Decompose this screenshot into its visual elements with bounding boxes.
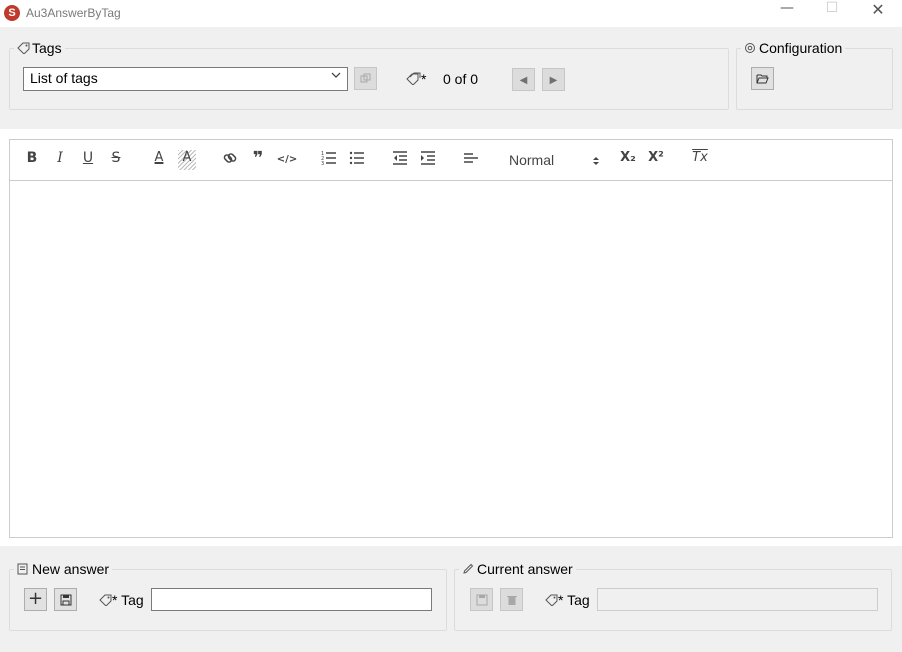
bullet-list-button[interactable] xyxy=(348,150,366,170)
align-button[interactable] xyxy=(462,150,480,170)
pencil-icon xyxy=(463,563,474,574)
tags-select[interactable]: List of tags xyxy=(23,67,348,91)
copy-button[interactable] xyxy=(354,67,377,90)
new-tag-icon xyxy=(99,594,112,610)
previous-icon: ◀ xyxy=(519,75,528,86)
copy-icon xyxy=(360,73,371,83)
current-answer-legend: Current answer xyxy=(459,561,576,577)
new-answer-legend: New answer xyxy=(14,561,112,577)
tags-icon xyxy=(406,72,421,86)
rich-text-editor: B I U S A A ❞ </> 1 2 3 Normal X₂ X² Tx xyxy=(9,139,893,538)
outdent-button[interactable] xyxy=(391,150,409,170)
ordered-list-icon: 1 2 3 xyxy=(321,151,336,167)
new-tag-input[interactable] xyxy=(151,588,432,611)
tags-count-icon xyxy=(406,72,422,89)
current-tag-icon xyxy=(545,594,558,610)
tags-count-label: * xyxy=(421,71,427,87)
outdent-icon xyxy=(393,151,407,165)
save-current-answer-button[interactable] xyxy=(470,588,493,611)
background-color-button[interactable]: A xyxy=(178,150,196,170)
tags-select-value: List of tags xyxy=(30,70,98,86)
format-select-value: Normal xyxy=(509,152,555,168)
previous-button[interactable]: ◀ xyxy=(512,68,535,91)
bullet-list-icon xyxy=(349,151,364,165)
svg-text:3: 3 xyxy=(321,161,324,166)
next-button[interactable]: ▶ xyxy=(542,68,565,91)
tag-icon xyxy=(99,594,112,607)
tags-legend: Tags xyxy=(14,40,65,56)
tag-icon xyxy=(545,594,558,607)
maximize-button[interactable]: ☐ xyxy=(809,0,855,27)
folder-open-icon xyxy=(756,74,769,84)
configuration-legend: Configuration xyxy=(741,40,845,56)
minimize-button[interactable]: — xyxy=(764,0,810,27)
next-icon: ▶ xyxy=(549,75,558,86)
add-answer-button[interactable]: + xyxy=(24,588,47,611)
subscript-button[interactable]: X₂ xyxy=(617,150,639,170)
strike-button[interactable]: S xyxy=(107,150,125,170)
tags-counter: 0 of 0 xyxy=(443,71,479,87)
save-new-answer-button[interactable] xyxy=(54,588,77,611)
italic-button[interactable]: I xyxy=(51,150,69,170)
editor-content[interactable] xyxy=(10,181,892,537)
link-icon xyxy=(223,153,237,163)
save-icon xyxy=(476,594,487,606)
close-button[interactable]: ✕ xyxy=(855,0,901,27)
window-title: Au3AnswerByTag xyxy=(26,6,121,20)
app-icon: S xyxy=(4,5,20,21)
gear-icon xyxy=(745,43,755,53)
ordered-list-button[interactable]: 1 2 3 xyxy=(320,150,338,170)
superscript-button[interactable]: X² xyxy=(645,150,667,170)
format-select[interactable]: Normal xyxy=(500,150,600,170)
chevron-down-icon xyxy=(331,71,341,82)
updown-icon xyxy=(593,157,599,165)
bold-button[interactable]: B xyxy=(23,150,41,170)
delete-answer-button[interactable] xyxy=(500,588,523,611)
link-button[interactable] xyxy=(221,150,239,170)
current-tag-input[interactable] xyxy=(597,588,878,611)
open-config-button[interactable] xyxy=(751,67,774,90)
save-icon xyxy=(60,594,71,606)
new-tag-label: * Tag xyxy=(112,592,144,608)
code-button[interactable]: </> xyxy=(276,150,298,170)
indent-icon xyxy=(421,151,435,165)
align-left-icon xyxy=(464,153,478,163)
editor-toolbar: B I U S A A ❞ </> 1 2 3 Normal X₂ X² Tx xyxy=(10,140,892,181)
title-bar: S Au3AnswerByTag — ☐ ✕ xyxy=(0,0,902,27)
font-color-button[interactable]: A xyxy=(150,150,168,170)
tag-icon xyxy=(17,42,30,55)
indent-button[interactable] xyxy=(419,150,437,170)
clean-format-button[interactable]: Tx xyxy=(689,150,711,170)
note-icon xyxy=(17,563,28,575)
underline-button[interactable]: U xyxy=(79,150,97,170)
trash-icon xyxy=(506,596,517,605)
current-tag-label: * Tag xyxy=(558,592,590,608)
blockquote-button[interactable]: ❞ xyxy=(249,150,267,170)
